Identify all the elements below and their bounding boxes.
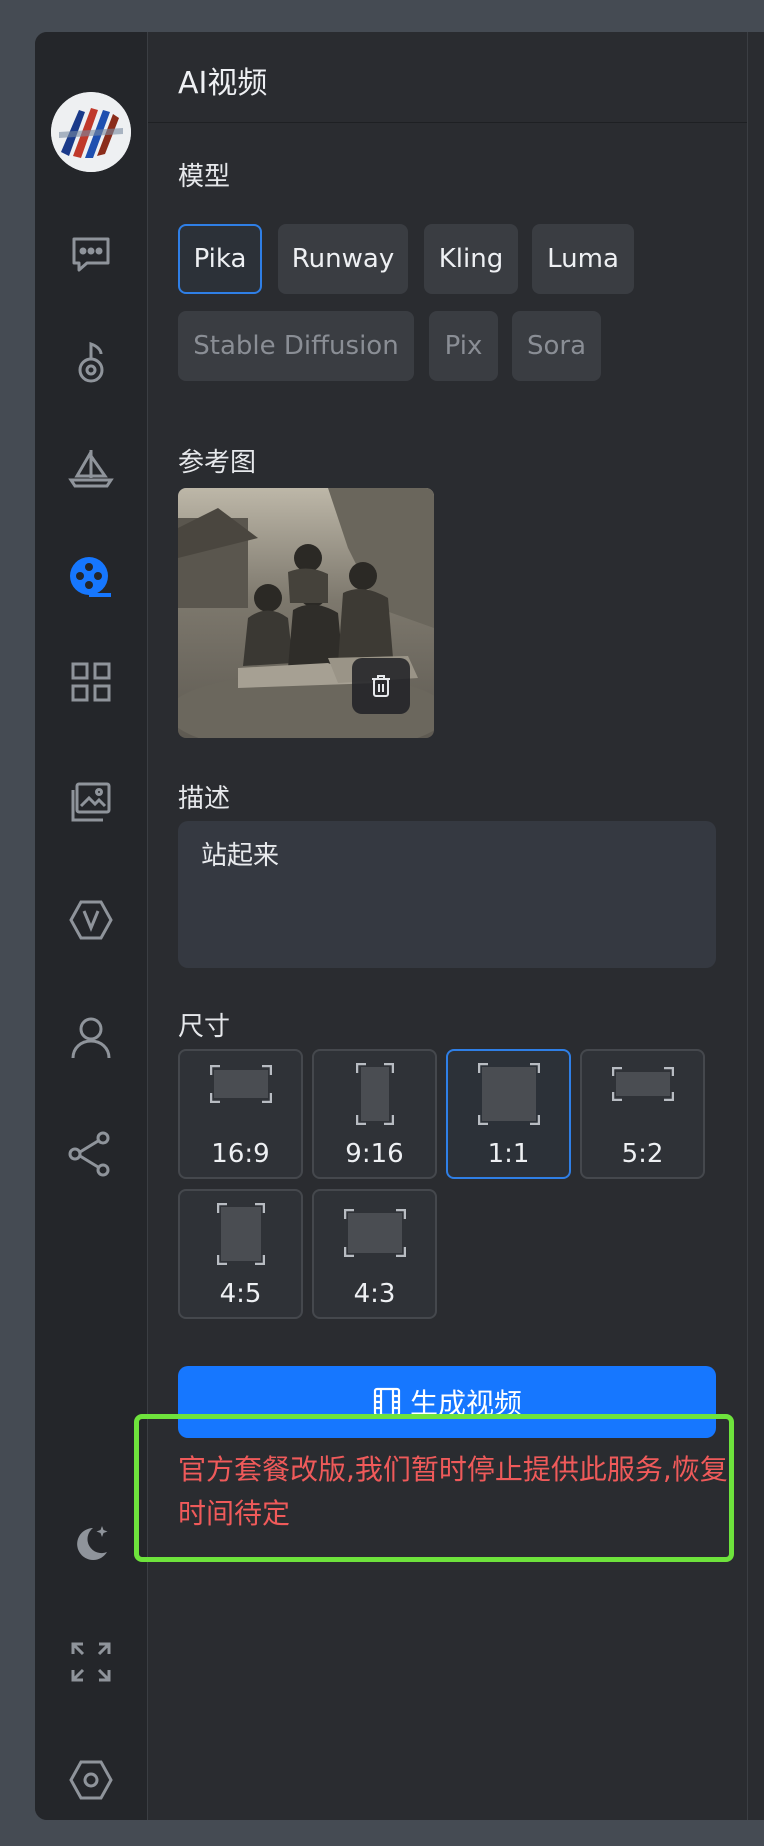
model-option-runway[interactable]: Runway — [278, 224, 408, 294]
right-divider — [747, 32, 748, 1820]
page-title: AI视频 — [178, 66, 268, 101]
aspect-9-16-icon — [355, 1063, 394, 1125]
model-option-luma[interactable]: Luma — [532, 224, 634, 294]
aspect-1-1-icon — [477, 1063, 540, 1125]
model-option-stable-diffusion[interactable]: Stable Diffusion — [178, 311, 414, 381]
aspect-4-5-icon — [216, 1203, 265, 1265]
reference-image — [178, 488, 434, 738]
music-icon[interactable] — [67, 338, 115, 386]
size-label-5-2: 5:2 — [621, 1139, 664, 1169]
delete-image-button[interactable] — [352, 658, 410, 714]
size-label-1-1: 1:1 — [487, 1139, 530, 1169]
model-label: 模型 — [178, 162, 231, 192]
video-icon[interactable] — [67, 552, 115, 600]
size-option-1-1[interactable]: 1:1 — [446, 1049, 571, 1179]
moon-icon[interactable] — [67, 1520, 115, 1568]
size-label-16-9: 16:9 — [211, 1139, 270, 1169]
share-icon[interactable] — [67, 1130, 115, 1178]
size-label-4-5: 4:5 — [219, 1279, 262, 1309]
highlight-box — [134, 1414, 734, 1562]
aspect-16-9-icon — [209, 1065, 272, 1103]
model-option-kling[interactable]: Kling — [424, 224, 518, 294]
model-option-pika[interactable]: Pika — [178, 224, 262, 294]
reference-label: 参考图 — [178, 448, 257, 478]
trash-icon — [372, 675, 390, 697]
sailboat-icon[interactable] — [67, 444, 115, 492]
gallery-icon[interactable] — [67, 778, 115, 826]
chat-icon[interactable] — [67, 230, 115, 278]
fullscreen-icon[interactable] — [67, 1638, 115, 1686]
size-label: 尺寸 — [178, 1012, 231, 1042]
aspect-5-2-icon — [611, 1067, 674, 1101]
size-option-9-16[interactable]: 9:16 — [312, 1049, 437, 1179]
avatar[interactable] — [51, 92, 131, 172]
model-option-sora[interactable]: Sora — [512, 311, 601, 381]
user-icon[interactable] — [67, 1014, 115, 1062]
description-input[interactable]: 站起来 — [178, 821, 716, 968]
panel-header: AI视频 — [148, 32, 748, 123]
aspect-4-3-icon — [343, 1209, 406, 1257]
model-option-pix[interactable]: Pix — [429, 311, 498, 381]
description-label: 描述 — [178, 784, 231, 814]
size-label-9-16: 9:16 — [345, 1139, 404, 1169]
sidebar — [35, 32, 148, 1820]
size-option-4-3[interactable]: 4:3 — [312, 1189, 437, 1319]
settings-icon[interactable] — [67, 1756, 115, 1804]
apps-icon[interactable] — [67, 658, 115, 706]
v-badge-icon[interactable] — [67, 896, 115, 944]
size-option-4-5[interactable]: 4:5 — [178, 1189, 303, 1319]
size-option-16-9[interactable]: 16:9 — [178, 1049, 303, 1179]
size-option-5-2[interactable]: 5:2 — [580, 1049, 705, 1179]
film-icon — [373, 1387, 401, 1417]
size-label-4-3: 4:3 — [353, 1279, 396, 1309]
